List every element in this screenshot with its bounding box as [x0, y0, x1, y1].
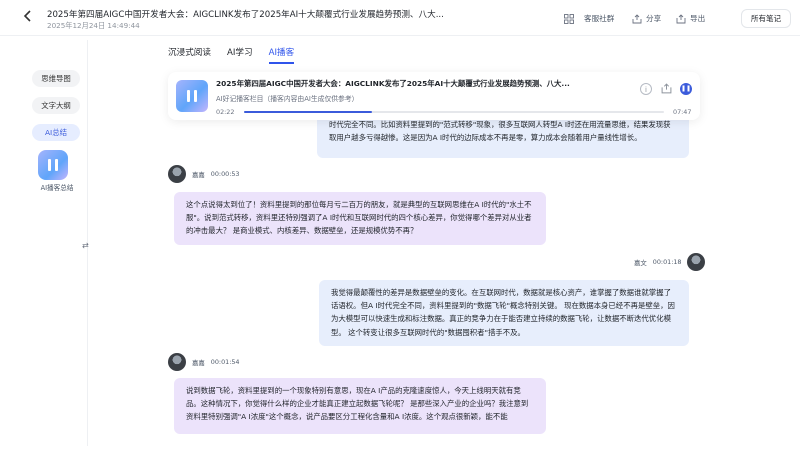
progress-fill	[244, 111, 373, 113]
timestamp: 00:01:54	[210, 358, 240, 366]
grid-icon	[564, 13, 574, 24]
message-bubble-right: 时代完全不同。比如资料里提到的"范式转移"现象，很多互联网人转型A I时还在用流…	[317, 120, 689, 158]
avatar	[168, 353, 186, 371]
speaker-row: 嘉嘉 00:01:54	[168, 353, 239, 371]
player-subtitle: AI好记播客栏目（播客内容由AI生成仅供参考）	[216, 95, 359, 103]
share-button[interactable]: 分享	[632, 13, 661, 24]
left-sidebar: 思维导图 文字大纲 AI总结 AI播客总结	[26, 40, 88, 446]
community-button[interactable]: 客服社群	[564, 13, 614, 24]
share-icon	[632, 13, 642, 24]
cover-pause-bar-right	[194, 90, 197, 102]
podcast-summary-icon[interactable]	[38, 150, 68, 180]
player-title: 2025年第四届AIGC中国开发者大会：AIGCLINK发布了2025年AI十大…	[216, 79, 570, 88]
avatar	[168, 165, 186, 183]
document-title: 2025年第四届AIGC中国开发者大会：AIGCLINK发布了2025年AI十大…	[47, 10, 444, 20]
export-icon	[676, 13, 686, 24]
player-share-icon[interactable]	[660, 83, 672, 95]
podcast-cover-icon[interactable]	[176, 80, 208, 112]
speaker-row: 嘉文 00:01:18	[634, 253, 706, 271]
progress-bar[interactable]	[244, 111, 664, 113]
podcast-player: 2025年第四届AIGC中国开发者大会：AIGCLINK发布了2025年AI十大…	[168, 72, 700, 120]
cover-pause-bar-left	[187, 90, 190, 102]
pause-bar-right	[55, 159, 58, 171]
speaker-name: 嘉嘉	[192, 358, 205, 367]
speaker-name: 嘉嘉	[192, 170, 205, 179]
current-time: 02:22	[216, 108, 235, 116]
tab-ai-learning[interactable]: AI学习	[227, 46, 253, 64]
back-chevron-icon[interactable]	[22, 9, 38, 25]
export-label: 导出	[690, 14, 706, 23]
message-bubble-right: 我觉得最颠覆性的差异是数据壁垒的变化。在互联网时代，数据就是核心资产，谁掌握了数…	[319, 280, 689, 346]
sidebar-item-outline[interactable]: 文字大纲	[32, 97, 80, 114]
export-button[interactable]: 导出	[676, 13, 705, 24]
pause-bar-left	[48, 159, 51, 171]
message-bubble-left: 这个点说得太到位了！资料里提到的那位每月亏二百万的朋友，就是典型的互联网思维在A…	[174, 192, 546, 245]
speaker-row: 嘉嘉 00:00:53	[168, 165, 239, 183]
collapse-toggle-icon[interactable]: ⇄	[82, 241, 89, 250]
community-label: 客服社群	[584, 14, 615, 23]
share-label: 分享	[646, 14, 662, 23]
all-notes-button[interactable]: 所有笔记	[741, 9, 791, 28]
timestamp: 00:01:18	[652, 257, 682, 266]
timestamp: 00:00:53	[210, 170, 240, 178]
sidebar-item-ai-summary[interactable]: AI总结	[32, 124, 80, 141]
avatar	[687, 253, 706, 271]
pause-button[interactable]: ❚❚	[680, 83, 692, 95]
speaker-name: 嘉文	[634, 258, 647, 267]
tab-immersive-reading[interactable]: 沉浸式阅读	[168, 46, 211, 64]
total-time: 07:47	[673, 108, 692, 116]
document-date: 2025年12月24日 14:49:44	[47, 21, 140, 30]
podcast-summary-label: AI播客总结	[40, 184, 74, 192]
content-tabs: 沉浸式阅读 AI学习 AI播客	[168, 46, 295, 64]
message-bubble-left: 说到数据飞轮，资料里提到的一个现象特别有意思，现在A I产品的克隆速度惊人，今天…	[174, 378, 546, 434]
podcast-transcript: 时代完全不同。比如资料里提到的"范式转移"现象，很多互联网人转型A I时还在用流…	[160, 120, 720, 446]
info-icon[interactable]: i	[640, 83, 652, 95]
tab-ai-podcast[interactable]: AI播客	[268, 46, 295, 64]
sidebar-item-mindmap[interactable]: 思维导图	[32, 70, 80, 87]
top-header: 2025年第四届AIGC中国开发者大会：AIGCLINK发布了2025年AI十大…	[0, 0, 800, 36]
